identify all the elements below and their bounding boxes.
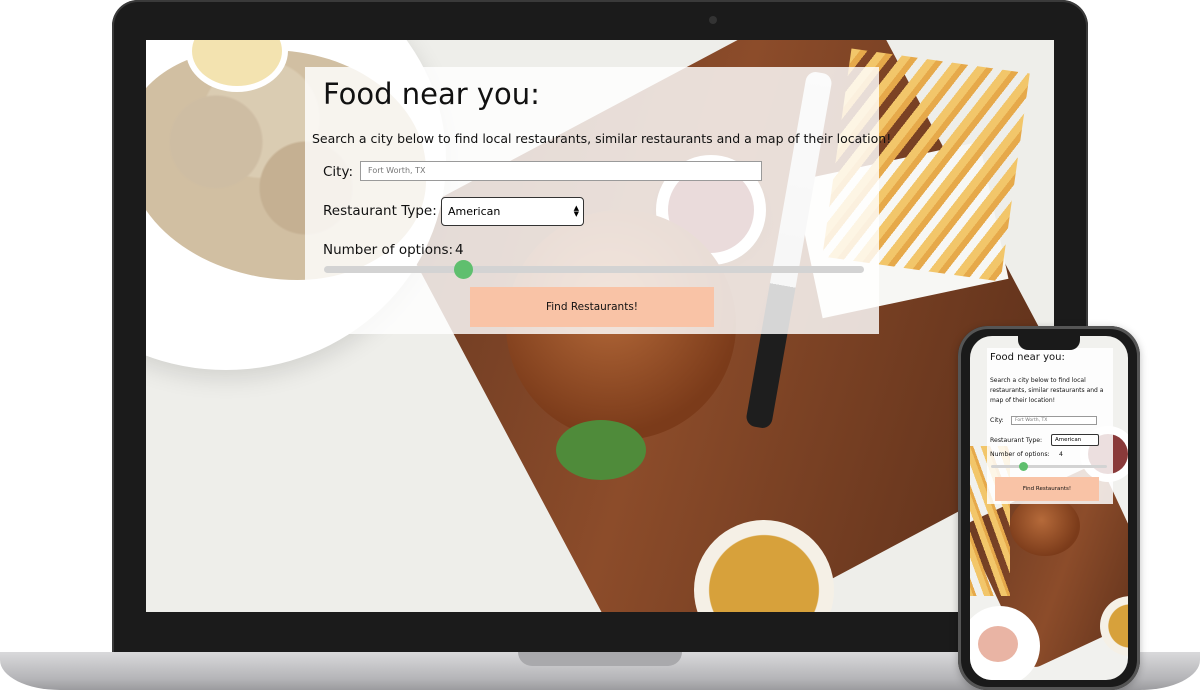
mobile-options-label: Number of options: bbox=[990, 451, 1050, 458]
mobile-options-slider-track[interactable] bbox=[991, 465, 1107, 468]
mobile-options-slider-thumb[interactable] bbox=[1019, 462, 1028, 471]
up-down-chevron-icon: ▲ ▼ bbox=[573, 204, 579, 218]
camera-icon bbox=[709, 16, 717, 24]
restaurant-type-value: American bbox=[448, 205, 501, 218]
options-slider-thumb[interactable] bbox=[454, 260, 473, 279]
laptop-notch bbox=[518, 652, 682, 666]
mobile-options-value: 4 bbox=[1059, 451, 1063, 458]
phone-notch bbox=[1018, 336, 1080, 350]
laptop-screen: Food near you: Search a city below to fi… bbox=[146, 40, 1054, 612]
page-description: Search a city below to find local restau… bbox=[312, 131, 892, 146]
mobile-city-label: City: bbox=[990, 417, 1004, 424]
search-panel: Food near you: Search a city below to fi… bbox=[305, 67, 891, 334]
mobile-page-description: Search a city below to find local restau… bbox=[990, 377, 1104, 404]
options-value: 4 bbox=[455, 242, 464, 258]
burger-image bbox=[1010, 496, 1080, 556]
phone-frame: Food near you: Search a city below to fi… bbox=[958, 326, 1140, 690]
lettuce-image bbox=[556, 420, 646, 480]
mobile-restaurant-type-label: Restaurant Type: bbox=[990, 437, 1043, 444]
mobile-restaurant-type-select[interactable]: American bbox=[1051, 434, 1099, 446]
mobile-find-restaurants-button[interactable]: Find Restaurants! bbox=[995, 477, 1099, 501]
find-restaurants-button[interactable]: Find Restaurants! bbox=[470, 287, 714, 327]
options-slider-track[interactable] bbox=[324, 266, 864, 273]
mobile-city-input[interactable]: Fort Worth, TX bbox=[1011, 416, 1097, 425]
mobile-search-panel: Food near you: Search a city below to fi… bbox=[987, 348, 1113, 504]
restaurant-type-select[interactable]: American ▲ ▼ bbox=[441, 197, 584, 226]
page-title: Food near you: bbox=[323, 77, 540, 111]
city-label: City: bbox=[323, 164, 354, 180]
phone-screen: Food near you: Search a city below to fi… bbox=[970, 336, 1128, 680]
restaurant-type-label: Restaurant Type: bbox=[323, 203, 437, 219]
mobile-page-title: Food near you: bbox=[990, 352, 1065, 363]
options-label: Number of options: bbox=[323, 242, 454, 258]
city-input[interactable]: Fort Worth, TX bbox=[360, 161, 762, 181]
